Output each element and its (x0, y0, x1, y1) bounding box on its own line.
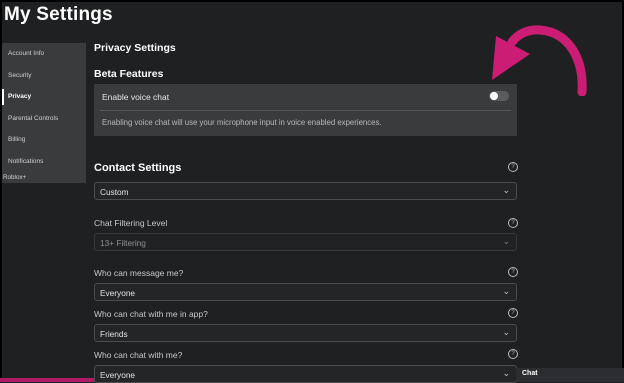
beta-features-heading: Beta Features (94, 68, 164, 80)
who-can-message-dropdown[interactable]: Everyone ⌄ (94, 283, 517, 301)
divider (100, 110, 511, 111)
sidebar-item-roblox-plus[interactable]: Roblox+ (2, 172, 86, 184)
help-circle-icon[interactable]: ? (508, 308, 518, 318)
who-can-chat-label: Who can chat with me? (94, 350, 183, 360)
beta-features-panel: Enable voice chat Enabling voice chat wi… (94, 84, 517, 136)
curved-arrow-icon (492, 25, 587, 96)
sidebar-item-privacy[interactable]: Privacy (2, 86, 86, 108)
chevron-down-icon: ⌄ (502, 185, 510, 195)
settings-sidebar: Account Info Security Privacy Parental C… (2, 43, 86, 183)
chat-tab[interactable]: Chat (516, 368, 624, 382)
chevron-down-icon: ⌄ (502, 327, 510, 337)
help-circle-icon[interactable]: ? (508, 218, 518, 228)
contact-settings-heading: Contact Settings (94, 162, 182, 174)
sidebar-item-billing[interactable]: Billing (2, 129, 86, 151)
chevron-down-icon: ⌄ (502, 286, 510, 296)
help-circle-icon[interactable]: ? (508, 162, 518, 172)
contact-settings-dropdown[interactable]: Custom ⌄ (94, 182, 517, 200)
sidebar-item-security[interactable]: Security (2, 65, 86, 87)
voice-chat-label: Enable voice chat (102, 92, 170, 102)
who-can-chat-dropdown[interactable]: Everyone ⌄ (94, 365, 517, 383)
sidebar-item-parental-controls[interactable]: Parental Controls (2, 108, 86, 130)
who-can-chat-in-app-dropdown[interactable]: Friends ⌄ (94, 324, 517, 342)
sidebar-item-account-info[interactable]: Account Info (2, 43, 86, 65)
chat-filtering-dropdown: 13+ Filtering ⌄ (94, 233, 517, 251)
dropdown-value: Friends (100, 329, 128, 339)
voice-chat-description: Enabling voice chat will use your microp… (102, 118, 382, 127)
dropdown-value: 13+ Filtering (100, 238, 146, 248)
sidebar-item-notifications[interactable]: Notifications (2, 151, 86, 173)
dropdown-value: Everyone (100, 288, 136, 298)
who-can-chat-in-app-label: Who can chat with me in app? (94, 309, 208, 319)
who-can-message-label: Who can message me? (94, 268, 184, 278)
help-circle-icon[interactable]: ? (508, 349, 518, 359)
dropdown-value: Everyone (100, 370, 136, 380)
privacy-settings-heading: Privacy Settings (94, 42, 176, 54)
page-title: My Settings (4, 4, 113, 25)
chevron-down-icon: ⌄ (502, 368, 510, 378)
dropdown-value: Custom (100, 187, 129, 197)
help-circle-icon[interactable]: ? (508, 267, 518, 277)
chevron-down-icon: ⌄ (502, 236, 510, 246)
chat-label: Chat (522, 370, 538, 377)
chat-filtering-label: Chat Filtering Level (94, 218, 168, 228)
